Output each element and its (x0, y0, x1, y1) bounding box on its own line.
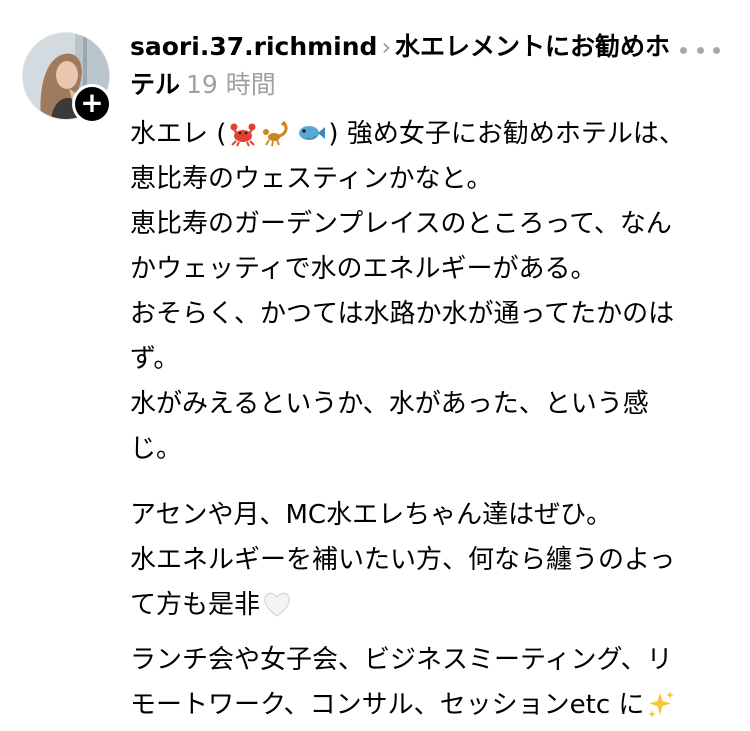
body-text-segment: 水エレ ( (130, 119, 227, 149)
crab-emoji (230, 123, 256, 147)
body-line: アセンや月、MC水エレちゃん達はぜひ。 (130, 500, 613, 530)
username[interactable]: saori.37.richmind (130, 32, 377, 61)
post-timestamp: 19 時間 (186, 70, 276, 99)
fish-emoji (299, 126, 326, 140)
body-line: 水エネルギーを補いたい方、何なら纏うのよっ (130, 545, 676, 575)
body-text-segment: ) 強め女子にお勧めホテルは、 (328, 119, 685, 149)
follow-button[interactable]: + (72, 84, 112, 124)
body-text-segment: て方も是非 (130, 590, 261, 620)
white-heart-emoji (264, 592, 290, 617)
body-line: て方も是非 (130, 583, 730, 628)
body-line: 水エレ ( ) 強め女子にお勧めホテルは、 (130, 112, 730, 157)
body-line: ランチ会や女子会、ビジネスミーティング、リ (130, 645, 673, 675)
post-header: saori.37.richmind › 水エレメントにお勧めホテル 19 時間 (130, 28, 690, 104)
sparkles-emoji (648, 691, 675, 718)
body-line: かウェッティで水のエネルギーがある。 (130, 254, 597, 284)
body-line: 恵比寿のガーデンプレイスのところって、なん (130, 209, 672, 239)
chevron-right-icon: › (381, 33, 392, 61)
body-line: 水がみえるというか、水があった、という感 (130, 389, 649, 419)
body-line: おそらく、かつては水路か水が通ってたかのは (130, 299, 675, 329)
body-line: じ。 (130, 434, 183, 464)
avatar[interactable]: + (22, 32, 112, 124)
thread-post: + saori.37.richmind › 水エレメントにお勧めホテル 19 時間 水… (0, 0, 750, 731)
post-body: 水エレ ( ) 強め女子にお勧めホテルは、 恵比寿のウェスティンかなと。 恵比寿の… (130, 112, 730, 728)
body-line: ず。 (130, 344, 180, 374)
body-text-segment: モートワーク、コンサル、セッションetc に (130, 690, 645, 720)
body-line: モートワーク、コンサル、セッションetc に (130, 683, 730, 728)
plus-icon: + (80, 86, 104, 119)
body-line: 恵比寿のウェスティンかなと。 (130, 164, 493, 194)
scorpion-emoji (263, 120, 288, 147)
more-options-icon[interactable] (680, 40, 720, 60)
